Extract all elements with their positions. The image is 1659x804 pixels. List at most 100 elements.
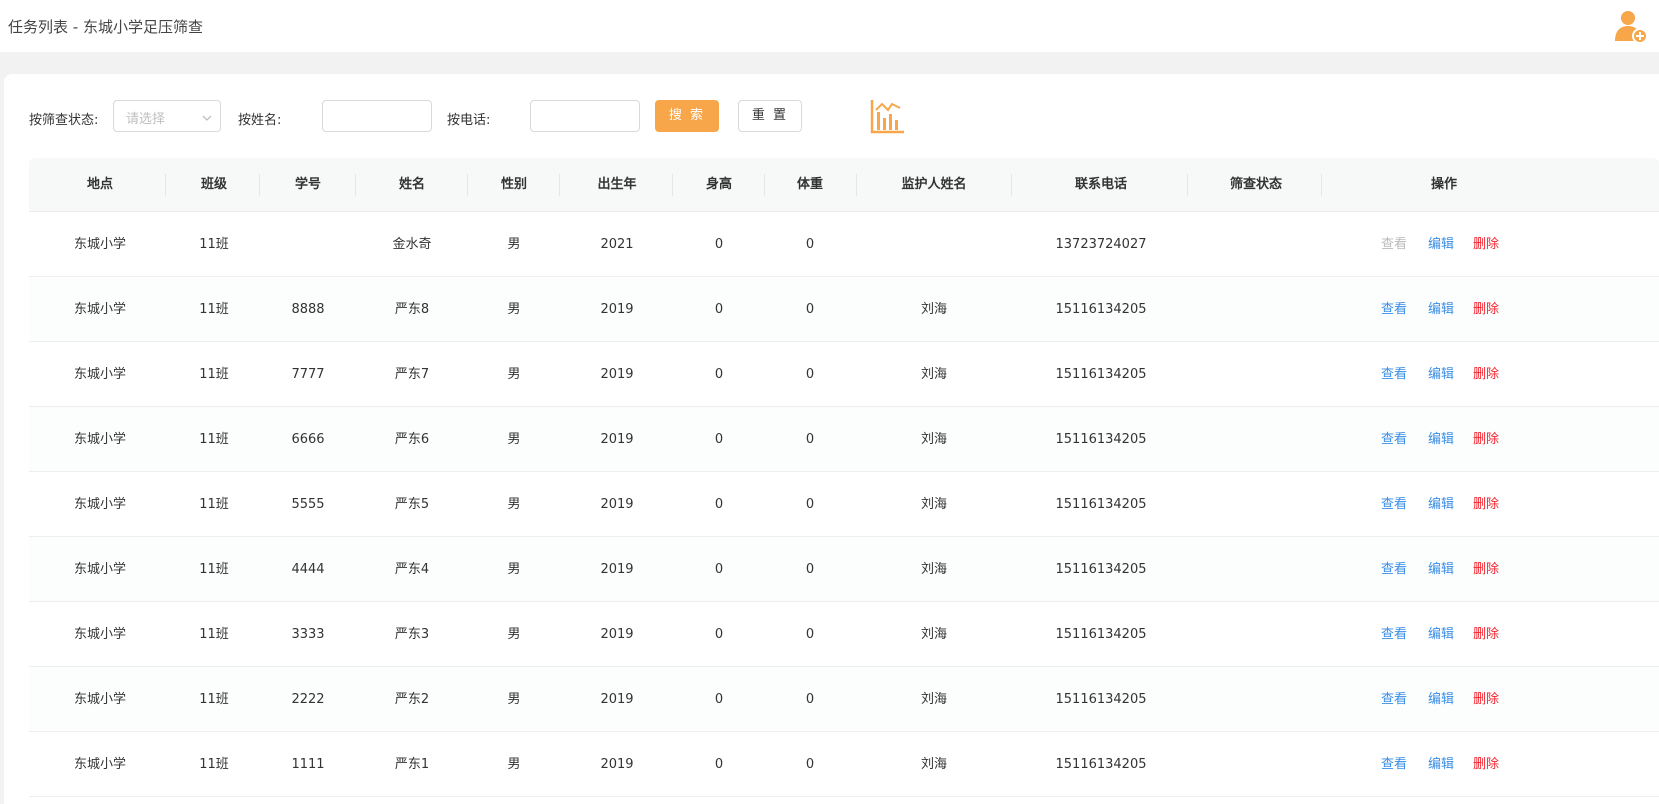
column-header-class: 班级: [200, 177, 227, 192]
delete-link[interactable]: 删除: [1473, 537, 1499, 602]
edit-link[interactable]: 编辑: [1428, 212, 1454, 277]
view-link[interactable]: 查看: [1381, 407, 1407, 472]
view-link[interactable]: 查看: [1381, 342, 1407, 407]
cell-class: 11班: [199, 432, 229, 447]
view-link[interactable]: 查看: [1381, 472, 1407, 537]
cell-weight: 0: [805, 757, 815, 772]
cell-location: 东城小学: [73, 367, 126, 382]
cell-location: 东城小学: [73, 562, 126, 577]
table-row: 东城小学 11班 1111 严东1 男 2019 0 0 刘海 15116134205 查看 编辑 删除: [29, 732, 1659, 797]
cell-student-id: 4444: [291, 562, 325, 577]
cell-location: 东城小学: [73, 432, 126, 447]
cell-guardian-name: 刘海: [920, 302, 947, 317]
edit-link[interactable]: 编辑: [1428, 277, 1454, 342]
cell-gender: 男: [507, 692, 521, 707]
cell-weight: 0: [805, 367, 815, 382]
cell-phone: 15116134205: [1055, 302, 1147, 317]
delete-link[interactable]: 删除: [1473, 732, 1499, 797]
cell-phone: 15116134205: [1055, 562, 1147, 577]
delete-link[interactable]: 删除: [1473, 472, 1499, 537]
cell-student-id: 2222: [291, 692, 325, 707]
view-link[interactable]: 查看: [1381, 667, 1407, 732]
column-divider: [1187, 174, 1188, 196]
cell-phone: 15116134205: [1055, 692, 1147, 707]
view-link[interactable]: 查看: [1381, 277, 1407, 342]
cell-phone: 15116134205: [1055, 432, 1147, 447]
view-link[interactable]: 查看: [1381, 537, 1407, 602]
cell-name: 严东2: [394, 692, 430, 707]
name-filter-label: 按姓名:: [238, 113, 282, 128]
cell-birth-year: 2019: [600, 497, 634, 512]
cell-weight: 0: [805, 432, 815, 447]
cell-height: 0: [714, 367, 724, 382]
cell-gender: 男: [507, 237, 521, 252]
column-header-weight: 体重: [796, 177, 823, 192]
cell-name: 严东7: [394, 367, 430, 382]
delete-link[interactable]: 删除: [1473, 212, 1499, 277]
cell-screening-status: [1191, 212, 1321, 277]
status-select[interactable]: 请选择: [113, 100, 221, 132]
column-divider: [856, 174, 857, 196]
table-row: 东城小学 11班 4444 严东4 男 2019 0 0 刘海 15116134205 查看 编辑 删除: [29, 537, 1659, 602]
column-header-phone: 联系电话: [1074, 177, 1127, 192]
view-link[interactable]: 查看: [1381, 602, 1407, 667]
cell-height: 0: [714, 237, 724, 252]
cell-guardian-name: 刘海: [920, 367, 947, 382]
column-divider: [559, 174, 560, 196]
cell-class: 11班: [199, 757, 229, 772]
cell-gender: 男: [507, 757, 521, 772]
delete-link[interactable]: 删除: [1473, 602, 1499, 667]
bar-chart-icon[interactable]: [870, 98, 906, 134]
column-header-gender: 性别: [500, 177, 527, 192]
cell-screening-status: [1191, 472, 1321, 537]
delete-link[interactable]: 删除: [1473, 407, 1499, 472]
cell-name: 金水奇: [392, 237, 432, 252]
cell-gender: 男: [507, 367, 521, 382]
column-divider: [165, 174, 166, 196]
main-panel: 按筛查状态: 请选择 按姓名: 按电话: 搜 索 重 置 地点 班级 学号 姓名 性别 出…: [4, 74, 1659, 804]
table-row: 东城小学 11班 金水奇 男 2021 0 0 13723724027 查看 编辑 删除: [29, 212, 1659, 277]
cell-weight: 0: [805, 627, 815, 642]
cell-birth-year: 2019: [600, 757, 634, 772]
add-user-icon[interactable]: [1612, 8, 1648, 44]
edit-link[interactable]: 编辑: [1428, 407, 1454, 472]
cell-phone: 15116134205: [1055, 757, 1147, 772]
cell-guardian-name: [859, 212, 1009, 277]
cell-student-id: 7777: [291, 367, 325, 382]
table-row: 东城小学 11班 3333 严东3 男 2019 0 0 刘海 15116134205 查看 编辑 删除: [29, 602, 1659, 667]
edit-link[interactable]: 编辑: [1428, 342, 1454, 407]
cell-birth-year: 2019: [600, 627, 634, 642]
name-input[interactable]: [322, 100, 432, 132]
cell-height: 0: [714, 627, 724, 642]
phone-input[interactable]: [530, 100, 640, 132]
cell-screening-status: [1191, 342, 1321, 407]
edit-link[interactable]: 编辑: [1428, 602, 1454, 667]
reset-button[interactable]: 重 置: [738, 100, 802, 132]
edit-link[interactable]: 编辑: [1428, 472, 1454, 537]
column-header-height: 身高: [705, 177, 732, 192]
cell-student-id: 8888: [291, 302, 325, 317]
edit-link[interactable]: 编辑: [1428, 537, 1454, 602]
table-row: 东城小学 11班 8888 严东8 男 2019 0 0 刘海 15116134205 查看 编辑 删除: [29, 277, 1659, 342]
cell-phone: 13723724027: [1055, 237, 1147, 252]
column-divider: [672, 174, 673, 196]
delete-link[interactable]: 删除: [1473, 342, 1499, 407]
cell-screening-status: [1191, 667, 1321, 732]
table-header: 地点 班级 学号 姓名 性别 出生年 身高 体重 监护人姓名 联系电话 筛查状态 操作: [29, 158, 1659, 212]
column-header-student-id: 学号: [294, 177, 321, 192]
edit-link[interactable]: 编辑: [1428, 667, 1454, 732]
delete-link[interactable]: 删除: [1473, 667, 1499, 732]
delete-link[interactable]: 删除: [1473, 277, 1499, 342]
cell-guardian-name: 刘海: [920, 757, 947, 772]
status-select-placeholder: 请选择: [126, 112, 166, 127]
table-row: 东城小学 11班 7777 严东7 男 2019 0 0 刘海 15116134205 查看 编辑 删除: [29, 342, 1659, 407]
view-link[interactable]: 查看: [1381, 732, 1407, 797]
cell-height: 0: [714, 562, 724, 577]
column-header-birth-year: 出生年: [597, 177, 637, 192]
cell-birth-year: 2019: [600, 692, 634, 707]
table-row: 东城小学 11班 5555 严东5 男 2019 0 0 刘海 15116134205 查看 编辑 删除: [29, 472, 1659, 537]
search-button[interactable]: 搜 索: [655, 100, 719, 132]
view-link[interactable]: 查看: [1381, 212, 1407, 277]
cell-screening-status: [1191, 537, 1321, 602]
edit-link[interactable]: 编辑: [1428, 732, 1454, 797]
